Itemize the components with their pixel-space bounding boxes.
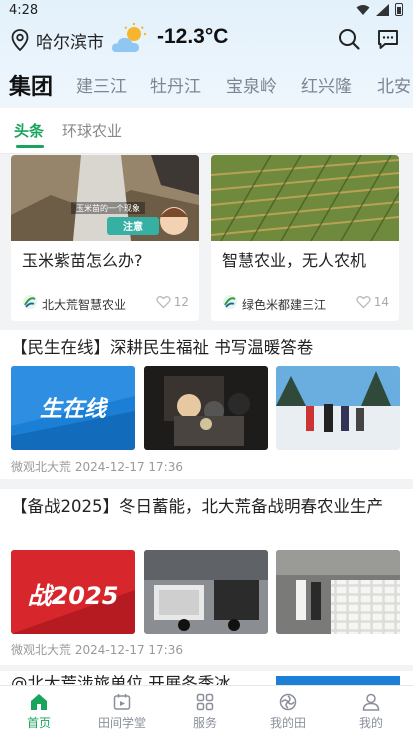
tab-label: 我的田 xyxy=(269,716,306,730)
source-logo-icon xyxy=(23,295,37,309)
search-icon[interactable] xyxy=(337,27,361,51)
tab-label: 我的 xyxy=(358,716,383,730)
article-thumbnail xyxy=(144,366,268,450)
profile-icon xyxy=(362,693,380,711)
classroom-icon xyxy=(113,694,131,710)
signal-icon xyxy=(376,3,389,16)
tab-profile[interactable]: 我的 xyxy=(336,686,406,737)
like-count[interactable]: 12 xyxy=(156,295,189,309)
subtab-global-agriculture[interactable]: 环球农业 xyxy=(62,120,122,141)
card-image xyxy=(211,155,399,241)
source-logo-icon xyxy=(223,295,237,309)
grid-icon xyxy=(196,693,214,711)
location-pin-icon[interactable] xyxy=(11,29,29,51)
card-title: 智慧农业，无人农机 xyxy=(222,251,367,270)
temperature: -12.3°C xyxy=(157,25,229,48)
article-source: 微观北大荒 xyxy=(11,643,72,657)
banner-text: 战2025 xyxy=(28,582,119,610)
tab-home[interactable]: 首页 xyxy=(4,686,74,737)
partly-sunny-icon xyxy=(112,23,146,52)
city-selector[interactable]: 哈尔滨市 xyxy=(36,28,104,53)
channel-tabs: 集团 建三江 牡丹江 宝泉岭 红兴隆 北安 xyxy=(0,68,413,104)
tab-services[interactable]: 服务 xyxy=(170,686,240,737)
card-image: 玉米苗的一个现象 注意 xyxy=(11,155,199,241)
article-meta: 微观北大荒 2024-12-17 17:36 xyxy=(11,458,183,475)
channel-tab-jituan[interactable]: 集团 xyxy=(9,69,53,101)
banner-text: 生在线 xyxy=(40,397,109,422)
status-icons xyxy=(356,3,403,16)
article-source: 微观北大荒 xyxy=(11,460,72,474)
status-bar: 4:28 xyxy=(0,0,413,22)
article-thumbnail xyxy=(144,550,268,634)
article-thumbnail: 生在线 xyxy=(11,366,135,450)
location-row: 哈尔滨市 -12.3°C xyxy=(0,22,413,58)
article-thumbnail xyxy=(276,676,400,685)
featured-card[interactable]: 智慧农业，无人农机 绿色米都建三江 14 xyxy=(211,155,399,321)
channel-tab-baoquanling[interactable]: 宝泉岭 xyxy=(226,72,277,97)
article-item[interactable]: 【民生在线】深耕民生福祉 书写温暖答卷 生在线 微观北大荒 2024-12-17… xyxy=(0,330,413,479)
tab-my-field[interactable]: 我的田 xyxy=(253,686,323,737)
wifi-icon xyxy=(356,4,370,15)
article-meta: 微观北大荒 2024-12-17 17:36 xyxy=(11,641,183,658)
article-date: 2024-12-17 17:36 xyxy=(74,460,183,474)
article-item[interactable]: @北大荒涉旅单位 开展冬季冰 xyxy=(0,671,413,685)
bottom-tab-bar: 首页 田间学堂 服务 我的田 我的 xyxy=(0,685,413,737)
app-header: 4:28 哈尔滨市 -12.3°C 集团 建三江 牡丹江 宝泉岭 红兴隆 北安 xyxy=(0,0,413,108)
tab-label: 田间学堂 xyxy=(97,716,146,730)
card-source: 北大荒智慧农业 xyxy=(42,298,127,312)
image-caption-text: 玉米苗的一个现象 xyxy=(76,203,140,213)
article-title: 【备战2025】冬日蓄能，北大荒备战明春农业生产 xyxy=(11,497,383,516)
article-date: 2024-12-17 17:36 xyxy=(74,643,183,657)
article-title: 【民生在线】深耕民生福祉 书写温暖答卷 xyxy=(11,338,314,357)
article-thumbnail xyxy=(276,366,400,450)
active-tab-indicator xyxy=(16,145,44,148)
card-source: 绿色米都建三江 xyxy=(242,298,327,312)
field-icon xyxy=(279,693,297,711)
channel-tab-mudanjiang[interactable]: 牡丹江 xyxy=(150,72,201,97)
article-item[interactable]: 【备战2025】冬日蓄能，北大荒备战明春农业生产 战2025 微观北大荒 202… xyxy=(0,489,413,665)
tab-label: 服务 xyxy=(192,716,217,730)
article-title: @北大荒涉旅单位 开展冬季冰 xyxy=(11,674,231,685)
article-thumbnail xyxy=(276,550,400,634)
like-count-value: 14 xyxy=(373,295,389,309)
featured-card[interactable]: 玉米苗的一个现象 注意 玉米紫苗怎么办? 北大荒智慧农业 12 xyxy=(11,155,199,321)
message-icon[interactable] xyxy=(376,27,400,51)
battery-icon xyxy=(395,3,403,16)
channel-tab-hongxinglong[interactable]: 红兴隆 xyxy=(301,72,352,97)
tab-label: 首页 xyxy=(26,716,51,730)
heart-icon xyxy=(356,296,371,309)
tab-classroom[interactable]: 田间学堂 xyxy=(87,686,157,737)
heart-icon xyxy=(156,296,171,309)
status-time: 4:28 xyxy=(9,3,39,18)
card-title: 玉米紫苗怎么办? xyxy=(22,251,143,270)
like-count[interactable]: 14 xyxy=(356,295,389,309)
sub-tabs: 头条 环球农业 xyxy=(0,108,413,154)
home-icon xyxy=(31,694,47,710)
article-thumbnail: 战2025 xyxy=(11,550,135,634)
subtab-headlines[interactable]: 头条 xyxy=(14,120,44,141)
image-badge-text: 注意 xyxy=(123,220,143,233)
channel-tab-beian[interactable]: 北安 xyxy=(377,72,411,97)
channel-tab-jiansanjiang[interactable]: 建三江 xyxy=(76,72,127,97)
news-feed[interactable]: 玉米苗的一个现象 注意 玉米紫苗怎么办? 北大荒智慧农业 12 智慧农业，无人农… xyxy=(0,155,413,685)
like-count-value: 12 xyxy=(173,295,189,309)
